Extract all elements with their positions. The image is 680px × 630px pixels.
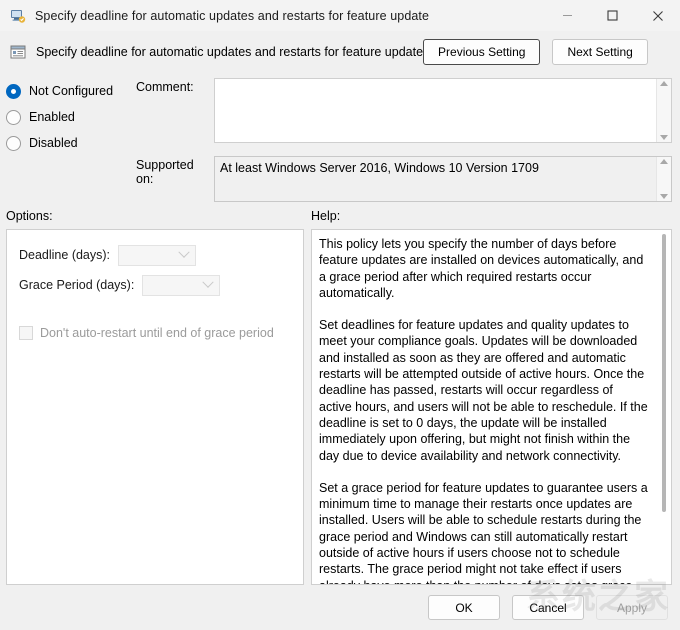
setting-header-bar: Specify deadline for automatic updates a…: [0, 31, 680, 73]
radio-label: Disabled: [29, 136, 78, 150]
help-panel: This policy lets you specify the number …: [311, 229, 672, 585]
radio-disabled[interactable]: Disabled: [6, 130, 136, 156]
next-setting-button[interactable]: Next Setting: [552, 39, 648, 65]
section-labels: Options: Help:: [0, 203, 680, 229]
radio-indicator: [6, 83, 21, 99]
state-and-metadata-region: Not Configured Enabled Disabled Comment:: [0, 73, 680, 203]
help-paragraph: This policy lets you specify the number …: [319, 237, 644, 300]
close-button[interactable]: [635, 0, 680, 31]
comment-box[interactable]: [214, 78, 672, 143]
title-bar: Specify deadline for automatic updates a…: [0, 0, 680, 31]
help-paragraph: Set a grace period for feature updates t…: [319, 480, 648, 584]
help-label: Help:: [311, 209, 341, 223]
comment-value[interactable]: [215, 79, 656, 142]
deadline-label: Deadline (days):: [19, 248, 111, 262]
deadline-dropdown[interactable]: [118, 244, 197, 266]
scroll-down-icon[interactable]: [660, 194, 668, 199]
window-title: Specify deadline for automatic updates a…: [35, 8, 430, 23]
help-scrollbar-thumb[interactable]: [662, 234, 666, 512]
no-auto-restart-row[interactable]: Don't auto-restart until end of grace pe…: [19, 326, 291, 340]
radio-indicator: [6, 135, 21, 151]
scroll-up-icon[interactable]: [660, 81, 668, 86]
radio-label: Enabled: [29, 110, 75, 124]
help-scrollbar[interactable]: [657, 230, 671, 584]
dialog-footer: OK Cancel Apply: [0, 585, 680, 630]
help-paragraph: Set deadlines for feature updates and qu…: [319, 318, 648, 463]
supported-on-value: At least Windows Server 2016, Windows 10…: [220, 161, 539, 175]
radio-label: Not Configured: [29, 84, 114, 98]
metadata-fields: Comment: Supported on: At least Windows …: [136, 73, 672, 203]
setting-navigation: Previous Setting Next Setting: [423, 39, 680, 65]
apply-button[interactable]: Apply: [596, 595, 668, 620]
ok-button[interactable]: OK: [428, 595, 500, 620]
panels-region: Deadline (days): Grace Period (days): Do…: [0, 229, 680, 585]
radio-indicator: [6, 109, 21, 125]
minimize-button[interactable]: [545, 0, 590, 31]
setting-title: Specify deadline for automatic updates a…: [36, 45, 424, 59]
supported-on-row: Supported on: At least Windows Server 20…: [136, 156, 672, 202]
window-controls: [545, 0, 680, 31]
scroll-down-icon[interactable]: [660, 135, 668, 140]
no-auto-restart-label: Don't auto-restart until end of grace pe…: [40, 326, 274, 340]
comment-row: Comment:: [136, 78, 672, 143]
options-label: Options:: [6, 209, 53, 223]
supported-on-scrollbar[interactable]: [656, 157, 671, 201]
supported-on-label: Supported on:: [136, 158, 194, 186]
field-spacer: [136, 143, 672, 156]
previous-setting-button[interactable]: Previous Setting: [423, 39, 541, 65]
chevron-down-icon: [178, 246, 190, 258]
state-radio-group: Not Configured Enabled Disabled: [6, 73, 136, 203]
help-text: This policy lets you specify the number …: [312, 230, 657, 584]
radio-not-configured[interactable]: Not Configured: [6, 78, 136, 104]
scroll-up-icon[interactable]: [660, 159, 668, 164]
policy-setting-dialog: Specify deadline for automatic updates a…: [0, 0, 680, 630]
grace-period-dropdown[interactable]: [142, 274, 221, 296]
policy-setting-icon: [10, 44, 26, 60]
grace-period-label: Grace Period (days):: [19, 278, 135, 292]
deadline-row: Deadline (days):: [19, 240, 291, 270]
comment-scrollbar[interactable]: [656, 79, 671, 142]
policy-window-icon: [10, 8, 26, 24]
radio-enabled[interactable]: Enabled: [6, 104, 136, 130]
no-auto-restart-checkbox[interactable]: [19, 326, 33, 340]
cancel-button[interactable]: Cancel: [512, 595, 584, 620]
options-panel: Deadline (days): Grace Period (days): Do…: [6, 229, 304, 585]
supported-on-box: At least Windows Server 2016, Windows 10…: [214, 156, 672, 202]
grace-period-row: Grace Period (days):: [19, 270, 291, 300]
chevron-down-icon: [202, 276, 214, 288]
maximize-button[interactable]: [590, 0, 635, 31]
comment-label: Comment:: [136, 80, 194, 94]
